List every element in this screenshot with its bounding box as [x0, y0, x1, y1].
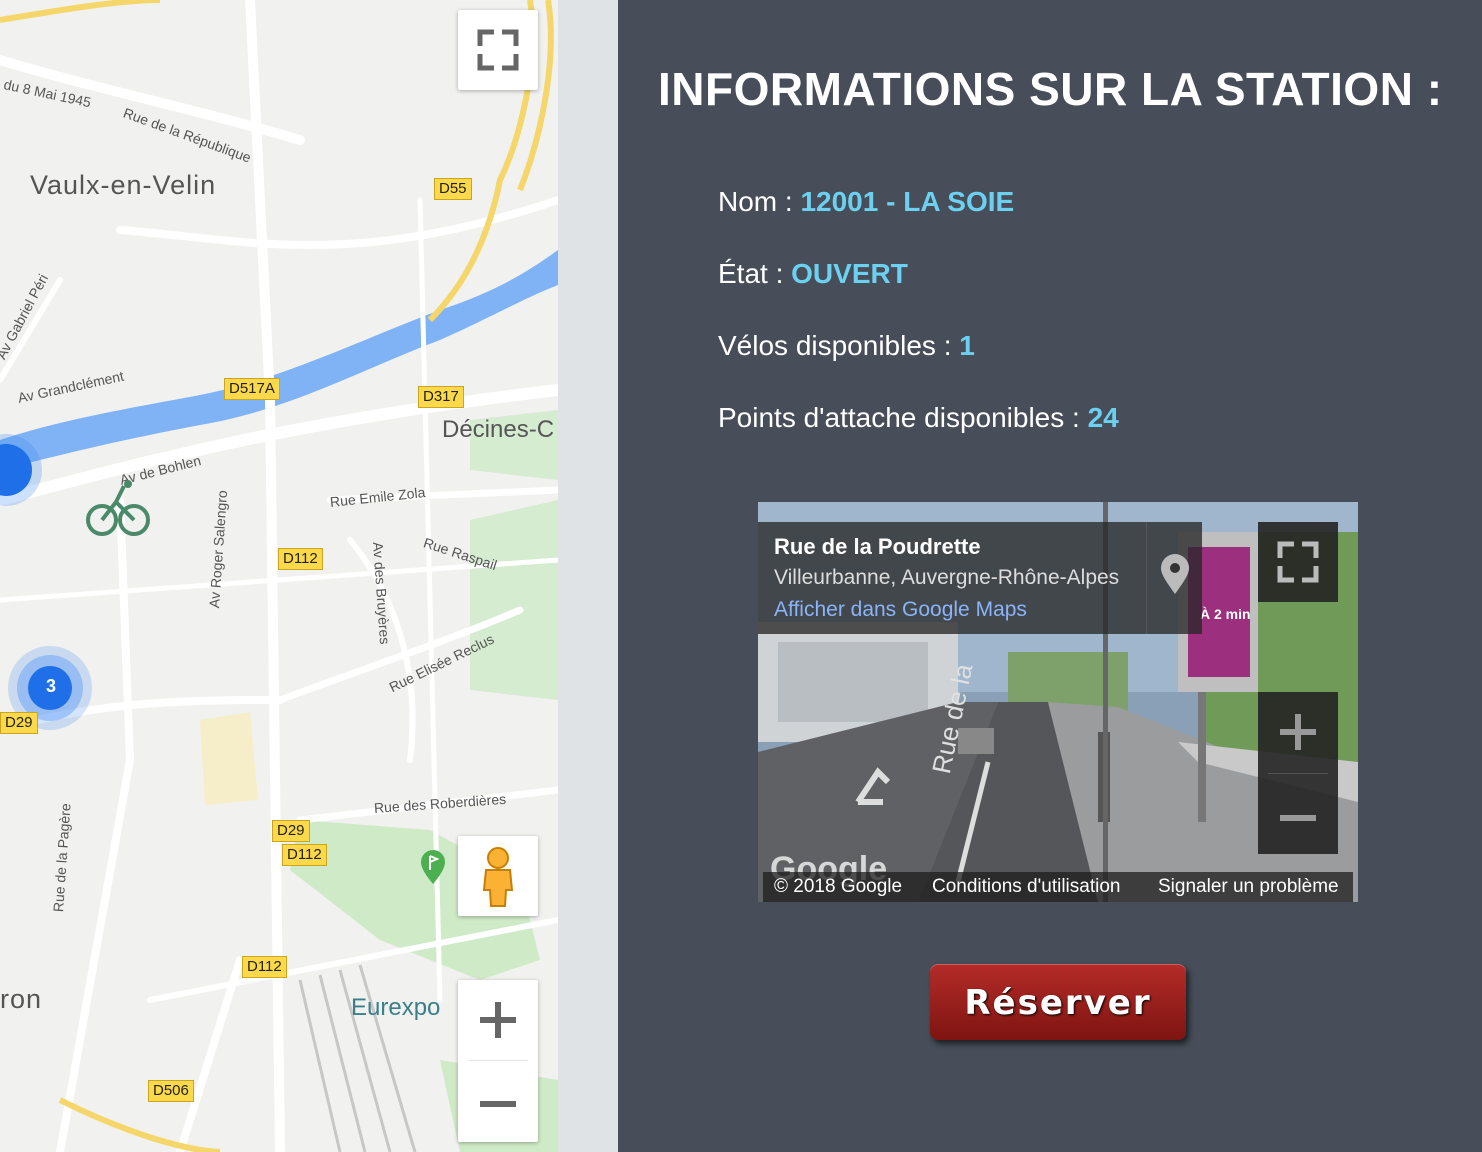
- road-shield: D55: [434, 178, 472, 200]
- sv-zoom-control: [1258, 692, 1338, 854]
- sv-fullscreen-button[interactable]: [1258, 522, 1338, 602]
- bicycle-icon: [86, 480, 150, 536]
- town-vaulx: Vaulx-en-Velin: [30, 170, 217, 200]
- address-card: Rue de la Poudrette Villeurbanne, Auverg…: [758, 522, 1202, 634]
- sv-zoom-out-button[interactable]: [1258, 774, 1338, 854]
- place-name: Villeurbanne, Auvergne-Rhône-Alpes: [774, 566, 1120, 589]
- open-in-maps-link[interactable]: Afficher dans Google Maps: [774, 598, 1027, 622]
- zoom-out-icon: [1280, 815, 1316, 821]
- road-shield: D517A: [224, 378, 280, 400]
- map-pin-button[interactable]: [1146, 522, 1203, 634]
- sign-text: À 2 min: [1200, 606, 1251, 622]
- stands-value: 24: [1087, 402, 1119, 433]
- road-shield: D29: [272, 820, 310, 842]
- station-name: Nom : 12001 - LA SOIE: [718, 186, 1014, 218]
- town-decines: Décines-C: [442, 416, 555, 443]
- zoom-in-button[interactable]: [458, 980, 538, 1060]
- zoom-divider: [468, 1060, 528, 1061]
- zoom-in-icon: [480, 1002, 516, 1038]
- zoom-out-icon: [480, 1101, 516, 1107]
- golf-icon[interactable]: [419, 850, 447, 886]
- road-shield: D317: [418, 386, 464, 408]
- stands-available: Points d'attache disponibles : 24: [718, 402, 1119, 434]
- fullscreen-button[interactable]: [458, 10, 538, 90]
- map[interactable]: 3 Vaulx-en-Velin Décines-C Eurexpo ron d…: [0, 0, 558, 1152]
- bikes-value: 1: [959, 330, 975, 361]
- sv-zoom-in-button[interactable]: [1258, 692, 1338, 772]
- reserve-button[interactable]: Réserver: [930, 964, 1186, 1040]
- fullscreen-icon: [1277, 541, 1319, 583]
- bikes-label: Vélos disponibles :: [718, 330, 960, 361]
- bikes-available: Vélos disponibles : 1: [718, 330, 975, 362]
- zoom-out-button[interactable]: [458, 1062, 538, 1142]
- zoom-in-icon: [1280, 714, 1316, 750]
- town-bron: ron: [0, 984, 43, 1014]
- station-state: État : OUVERT: [718, 258, 908, 290]
- state-label: État :: [718, 258, 792, 289]
- fullscreen-icon: [477, 29, 519, 71]
- map-pin-icon: [1161, 554, 1189, 594]
- street-name: Rue de la Poudrette: [774, 534, 981, 559]
- town-eurexpo: Eurexpo: [351, 994, 441, 1021]
- zoom-control: [458, 980, 538, 1142]
- terms-link[interactable]: Conditions d'utilisation: [932, 876, 1120, 898]
- copyright: © 2018 Google: [774, 876, 903, 897]
- station-panel: INFORMATIONS SUR LA STATION : Nom : 1200…: [618, 0, 1482, 1152]
- report-link[interactable]: Signaler un problème: [1158, 876, 1339, 898]
- road-shield: D29: [0, 712, 38, 734]
- pegman-icon: [482, 847, 514, 907]
- panel-divider: [558, 0, 618, 1152]
- road-shield: D112: [242, 956, 287, 978]
- streetview-panorama[interactable]: À 2 min Rue de la Google Rue de la Poudr…: [758, 502, 1358, 902]
- streetview-footer: © 2018 Google Conditions d'utilisation S…: [758, 872, 1358, 902]
- name-value: 12001 - LA SOIE: [800, 186, 1015, 217]
- cluster-count[interactable]: 3: [40, 676, 62, 697]
- stands-label: Points d'attache disponibles :: [718, 402, 1088, 433]
- pegman-button[interactable]: [458, 836, 538, 916]
- road-shield: D506: [148, 1080, 194, 1102]
- name-label: Nom :: [718, 186, 801, 217]
- state-value: OUVERT: [791, 258, 908, 289]
- road-shield: D112: [278, 548, 323, 570]
- page-title: INFORMATIONS SUR LA STATION :: [658, 63, 1443, 115]
- road-shield: D112: [282, 844, 327, 866]
